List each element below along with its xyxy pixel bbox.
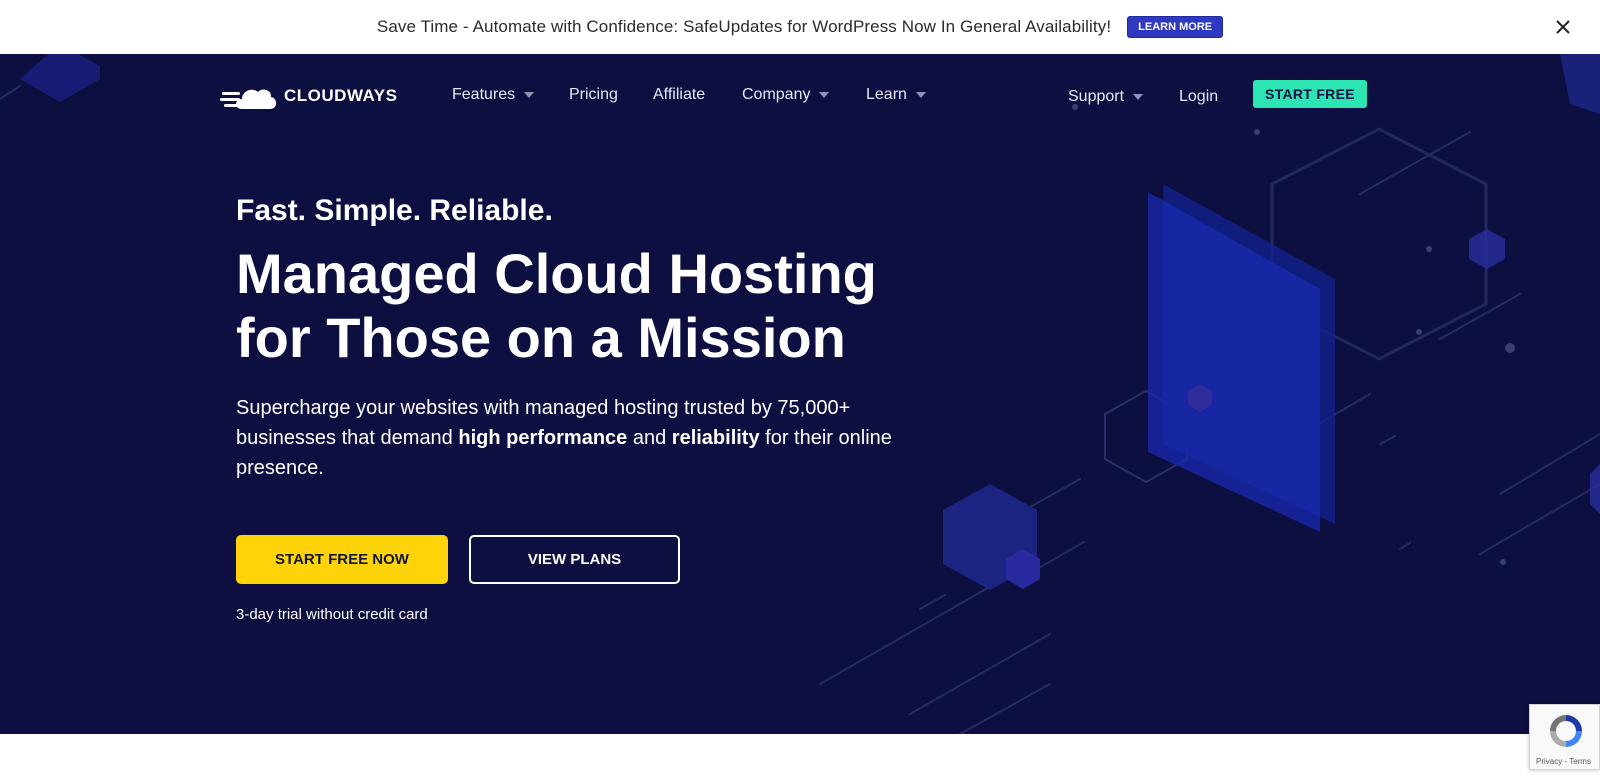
close-icon[interactable] xyxy=(1552,16,1574,38)
hero-tagline: Fast. Simple. Reliable. xyxy=(236,194,553,227)
description-emphasis: high performance xyxy=(458,427,628,449)
cloud-logo-icon xyxy=(220,89,277,109)
recaptcha-badge[interactable]: Privacy - Terms xyxy=(1529,704,1600,770)
login-label: Login xyxy=(1179,88,1219,105)
nav-item-label: Pricing xyxy=(569,86,618,103)
headline-line: Managed Cloud Hosting xyxy=(236,242,877,305)
nav-item-company[interactable]: Company xyxy=(742,86,830,104)
chevron-down-icon xyxy=(819,92,830,98)
hero-section: CLOUDWAYS Features Pricing Affiliate Com… xyxy=(0,54,1600,734)
nav-item-pricing[interactable]: Pricing xyxy=(569,86,618,104)
hero-description: Supercharge your websites with managed h… xyxy=(236,393,916,483)
nav-item-support[interactable]: Support xyxy=(1068,88,1144,106)
recaptcha-privacy-terms[interactable]: Privacy - Terms xyxy=(1536,757,1591,766)
nav-item-learn[interactable]: Learn xyxy=(866,86,926,104)
chevron-down-icon xyxy=(524,92,535,98)
nav-item-label: Support xyxy=(1068,88,1125,105)
view-plans-button[interactable]: VIEW PLANS xyxy=(469,535,680,584)
nav-item-label: Learn xyxy=(866,86,907,103)
chevron-down-icon xyxy=(915,92,926,98)
nav-item-label: Company xyxy=(742,86,811,103)
hero-headline: Managed Cloud Hosting for Those on a Mis… xyxy=(236,242,956,370)
start-free-now-button[interactable]: START FREE NOW xyxy=(236,535,448,584)
nav-item-features[interactable]: Features xyxy=(452,86,535,104)
nav-item-affiliate[interactable]: Affiliate xyxy=(653,86,705,104)
main-navigation: CLOUDWAYS Features Pricing Affiliate Com… xyxy=(0,54,1600,134)
login-link[interactable]: Login xyxy=(1179,88,1218,106)
recaptcha-icon xyxy=(1550,715,1582,747)
announcement-text: Save Time - Automate with Confidence: Sa… xyxy=(376,17,1112,36)
description-emphasis: reliability xyxy=(671,427,760,449)
description-text: and xyxy=(627,427,672,449)
logo-text: CLOUDWAYS xyxy=(284,86,398,105)
announcement-bar: Save Time - Automate with Confidence: Sa… xyxy=(0,0,1600,54)
cloudways-logo[interactable]: CLOUDWAYS xyxy=(220,79,397,113)
start-free-button[interactable]: START FREE xyxy=(1253,80,1367,108)
headline-line: for Those on a Mission xyxy=(236,306,846,369)
chevron-down-icon xyxy=(1133,94,1144,100)
learn-more-button[interactable]: LEARN MORE xyxy=(1127,16,1224,38)
trial-note: 3-day trial without credit card xyxy=(236,606,428,623)
nav-item-label: Features xyxy=(452,86,516,103)
nav-item-label: Affiliate xyxy=(653,86,706,103)
